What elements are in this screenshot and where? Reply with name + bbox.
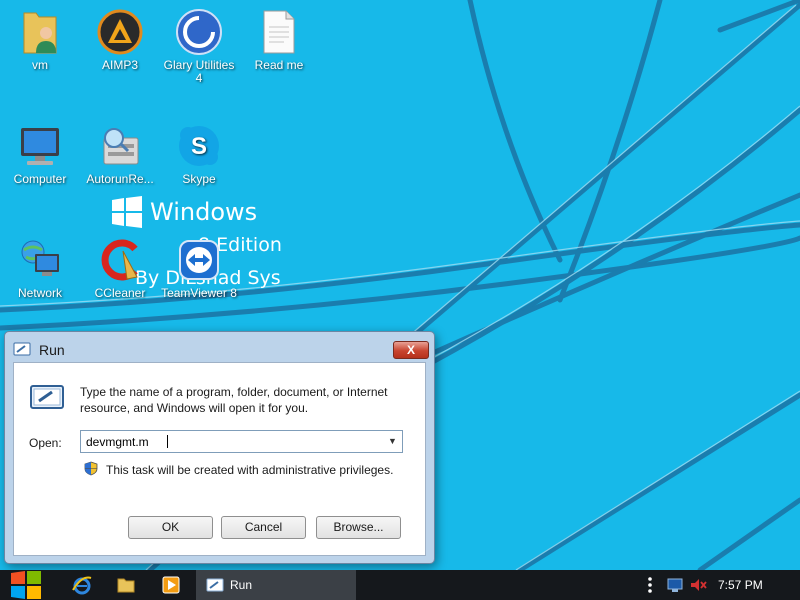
desktop-icon-computer[interactable]: Computer bbox=[2, 122, 78, 202]
ok-button[interactable]: OK bbox=[128, 516, 213, 539]
desktop-icon-label: TeamViewer 8 bbox=[161, 286, 237, 300]
taskbar-file-explorer[interactable] bbox=[112, 570, 140, 600]
open-combobox[interactable]: ▼ bbox=[80, 430, 403, 453]
desktop-icon-glary-utilities[interactable]: Glary Utilities 4 bbox=[161, 8, 237, 88]
desktop-icon-label: Glary Utilities 4 bbox=[163, 58, 235, 85]
desktop-icon-autorun[interactable]: AutorunRe... bbox=[82, 122, 158, 202]
run-dialog-titlebar[interactable]: Run X bbox=[5, 332, 434, 362]
open-label: Open: bbox=[29, 436, 62, 450]
desktop-icon-label: Skype bbox=[182, 172, 216, 186]
taskbar-media-player[interactable] bbox=[157, 570, 185, 600]
aimp3-icon bbox=[96, 8, 144, 56]
media-player-icon bbox=[162, 576, 180, 594]
chevron-down-icon[interactable]: ▼ bbox=[383, 431, 402, 452]
tray-volume[interactable] bbox=[688, 570, 710, 600]
desktop-icon-ccleaner[interactable]: CCleaner bbox=[82, 236, 158, 316]
run-dialog-description: Type the name of a program, folder, docu… bbox=[80, 385, 388, 415]
computer-icon bbox=[16, 122, 64, 170]
svg-text:S: S bbox=[191, 133, 207, 160]
desktop-icon-read-me[interactable]: Read me bbox=[241, 8, 317, 88]
ccleaner-icon bbox=[96, 236, 144, 284]
desktop-icon-label: Read me bbox=[254, 58, 304, 72]
tray-network[interactable] bbox=[664, 570, 686, 600]
network-status-icon bbox=[667, 578, 683, 592]
desktop-icon-skype[interactable]: S Skype bbox=[161, 122, 237, 202]
desktop-icon-label: Network bbox=[17, 286, 62, 300]
run-program-icon bbox=[30, 385, 64, 409]
glary-utilities-icon bbox=[175, 8, 223, 56]
desktop-icon-label: AIMP3 bbox=[101, 58, 138, 72]
taskbar-internet-explorer[interactable] bbox=[68, 570, 96, 600]
file-explorer-icon bbox=[117, 578, 135, 593]
overflow-dots-icon bbox=[648, 577, 652, 593]
tray-clock[interactable]: 7:57 PM bbox=[718, 578, 763, 592]
start-button[interactable] bbox=[8, 570, 44, 600]
run-icon bbox=[206, 578, 224, 592]
desktop-icon-label: Computer bbox=[13, 172, 67, 186]
desktop-icon-label: vm bbox=[32, 58, 48, 72]
volume-muted-icon bbox=[691, 579, 707, 591]
desktop-icon-label: CCleaner bbox=[94, 286, 146, 300]
run-dialog-body: Type the name of a program, folder, docu… bbox=[13, 362, 426, 556]
close-button[interactable]: X bbox=[393, 341, 429, 359]
skype-icon: S bbox=[175, 122, 223, 170]
autorun-icon bbox=[96, 122, 144, 170]
text-cursor bbox=[167, 435, 168, 448]
cancel-button[interactable]: Cancel bbox=[221, 516, 306, 539]
taskbar-run-window[interactable]: Run bbox=[196, 570, 356, 600]
network-icon bbox=[16, 236, 64, 284]
text-document-icon bbox=[255, 8, 303, 56]
run-dialog-title: Run bbox=[39, 342, 65, 358]
desktop-icon-label: AutorunRe... bbox=[86, 172, 154, 186]
browse-button[interactable]: Browse... bbox=[316, 516, 401, 539]
taskbar-run-label: Run bbox=[230, 578, 253, 592]
run-icon bbox=[13, 342, 31, 356]
taskbar: Run 7:57 PM bbox=[0, 570, 800, 600]
tray-overflow[interactable] bbox=[643, 570, 657, 600]
user-folder-icon bbox=[16, 8, 64, 56]
open-input[interactable] bbox=[81, 431, 381, 452]
uac-shield-icon bbox=[84, 461, 98, 476]
run-dialog: Run X Type the name of a program, folder… bbox=[4, 331, 435, 564]
desktop-icon-aimp3[interactable]: AIMP3 bbox=[82, 8, 158, 88]
desktop-icon-teamviewer[interactable]: TeamViewer 8 bbox=[161, 236, 237, 316]
teamviewer-icon bbox=[175, 236, 223, 284]
windows-logo-icon bbox=[11, 571, 41, 599]
wallpaper-brand-title: Windows bbox=[150, 198, 258, 226]
desktop-icon-network[interactable]: Network bbox=[2, 236, 78, 316]
internet-explorer-icon bbox=[72, 576, 92, 595]
admin-privileges-note: This task will be created with administr… bbox=[106, 463, 394, 477]
desktop-icon-vm[interactable]: vm bbox=[2, 8, 78, 88]
